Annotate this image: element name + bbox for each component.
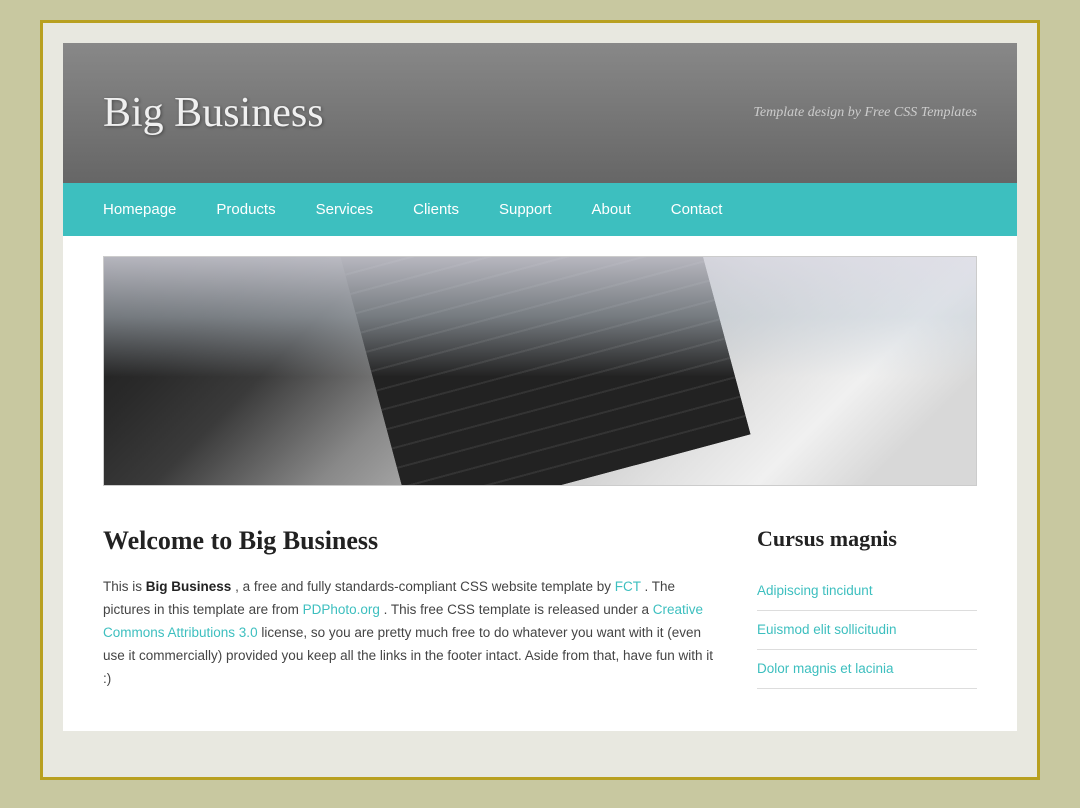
main-heading: Welcome to Big Business (103, 526, 717, 556)
site-wrapper: Big Business Template design by Free CSS… (63, 43, 1017, 731)
nav-contact[interactable]: Contact (651, 183, 743, 236)
para-text-1: This is (103, 579, 146, 594)
sidebar-link-2[interactable]: Euismod elit sollicitudin (757, 622, 897, 637)
brand-name: Big Business (146, 579, 232, 594)
nav-services[interactable]: Services (296, 183, 394, 236)
hero-image (103, 256, 977, 486)
content-area: Welcome to Big Business This is Big Busi… (63, 506, 1017, 731)
fct-link[interactable]: FCT (615, 579, 641, 594)
sidebar-link-3[interactable]: Dolor magnis et lacinia (757, 661, 894, 676)
outer-border: Big Business Template design by Free CSS… (40, 20, 1040, 780)
site-tagline: Template design by Free CSS Templates (753, 105, 977, 121)
sidebar-link-1[interactable]: Adipiscing tincidunt (757, 583, 873, 598)
nav-products[interactable]: Products (196, 183, 295, 236)
site-nav: Homepage Products Services Clients Suppo… (63, 183, 1017, 236)
sidebar-list: Adipiscing tincidunt Euismod elit sollic… (757, 572, 977, 689)
hero-section (63, 236, 1017, 506)
list-item: Adipiscing tincidunt (757, 572, 977, 611)
site-title: Big Business (103, 89, 324, 137)
main-paragraph: This is Big Business , a free and fully … (103, 576, 717, 691)
list-item: Dolor magnis et lacinia (757, 650, 977, 689)
nav-clients[interactable]: Clients (393, 183, 479, 236)
nav-homepage[interactable]: Homepage (83, 183, 196, 236)
sidebar: Cursus magnis Adipiscing tincidunt Euism… (757, 526, 977, 691)
pdphoto-link[interactable]: PDPhoto.org (303, 602, 380, 617)
para-text-4: . This free CSS template is released und… (384, 602, 653, 617)
site-header: Big Business Template design by Free CSS… (63, 43, 1017, 183)
nav-support[interactable]: Support (479, 183, 572, 236)
sidebar-heading: Cursus magnis (757, 526, 977, 552)
nav-about[interactable]: About (572, 183, 651, 236)
list-item: Euismod elit sollicitudin (757, 611, 977, 650)
para-text-2: , a free and fully standards-compliant C… (235, 579, 615, 594)
main-content: Welcome to Big Business This is Big Busi… (103, 526, 717, 691)
